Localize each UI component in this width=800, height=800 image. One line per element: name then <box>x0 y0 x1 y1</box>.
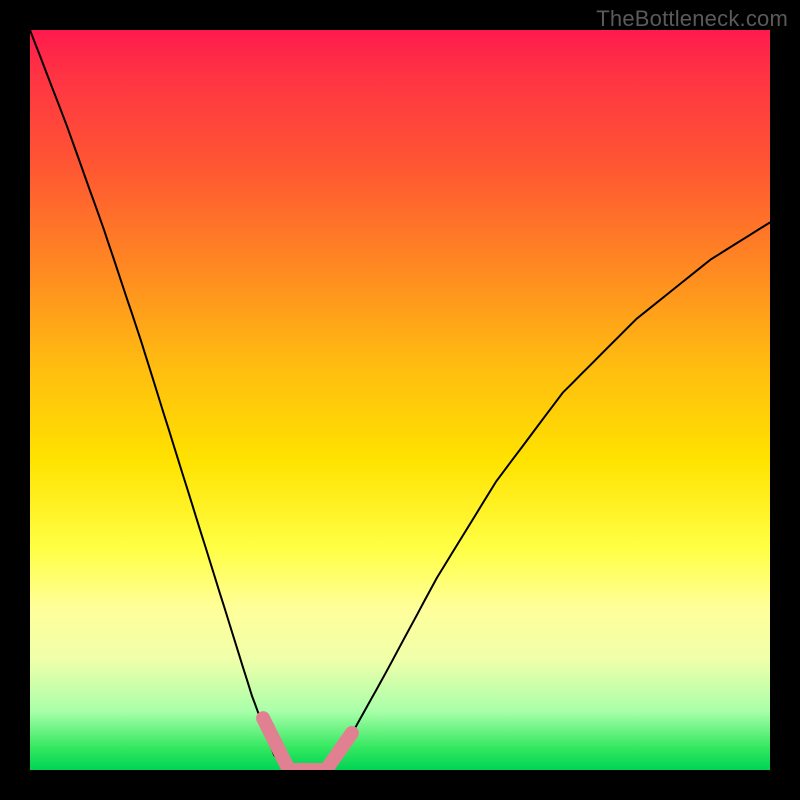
chart-background <box>30 30 770 770</box>
watermark-text: TheBottleneck.com <box>596 6 788 32</box>
minimum-marker-overlay <box>263 718 352 770</box>
left-branch-curve <box>30 30 289 770</box>
curve-group <box>30 30 770 770</box>
chart-svg <box>30 30 770 770</box>
right-branch-curve <box>326 222 770 770</box>
